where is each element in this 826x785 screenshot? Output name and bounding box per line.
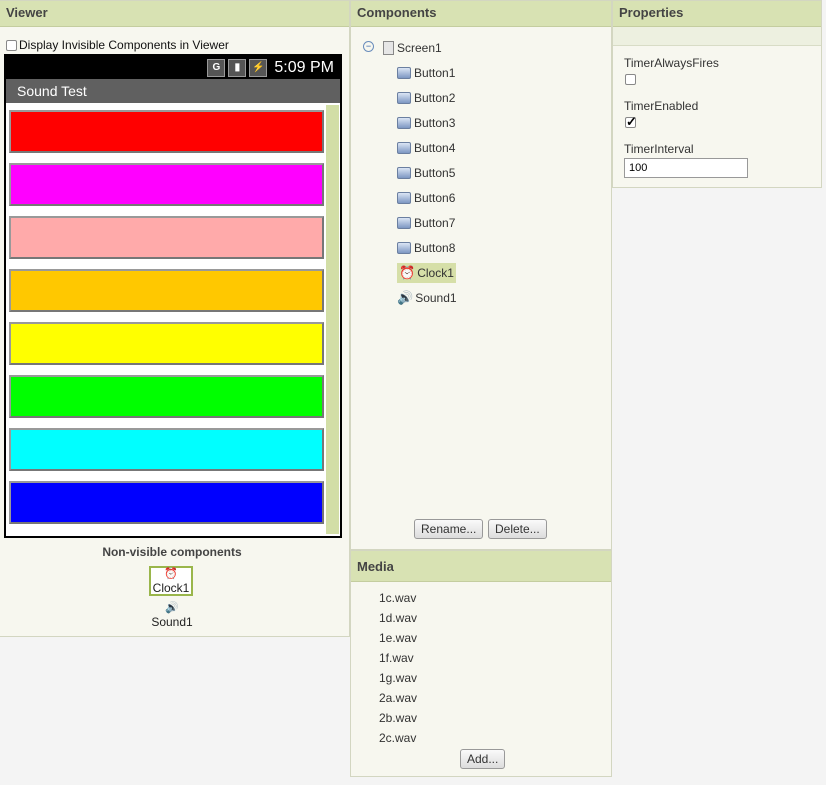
- nonvisible-clock-label: Clock1: [152, 581, 190, 595]
- screen-icon: [383, 41, 394, 55]
- properties-header: Properties: [613, 1, 821, 27]
- tree-item-label: Button7: [414, 216, 456, 230]
- timer-always-fires-label: TimerAlwaysFires: [624, 56, 719, 70]
- tree-item-label: Sound1: [415, 291, 457, 305]
- phone-button-8[interactable]: [9, 481, 324, 524]
- components-header: Components: [351, 1, 611, 27]
- tree-item-label: Button6: [414, 191, 456, 205]
- display-invisible-toggle[interactable]: Display Invisible Components in Viewer: [6, 38, 229, 52]
- network-g-icon: G: [207, 58, 226, 77]
- button-component-icon: [397, 192, 411, 204]
- phone-button-4[interactable]: [9, 269, 324, 312]
- tree-item-clock1[interactable]: ⏰ Clock1: [397, 263, 456, 283]
- add-media-button[interactable]: Add...: [460, 749, 506, 769]
- button-component-icon: [397, 117, 411, 129]
- tree-item-button4[interactable]: Button4: [397, 138, 455, 158]
- button-component-icon: [397, 217, 411, 229]
- tree-item-sound1[interactable]: 🔊 Sound1: [397, 288, 457, 308]
- collapse-icon[interactable]: −: [363, 41, 374, 52]
- tree-item-label: Screen1: [397, 41, 442, 55]
- tree-item-label: Button1: [414, 66, 456, 80]
- button-component-icon: [397, 142, 411, 154]
- media-file-item[interactable]: 1d.wav: [379, 611, 417, 625]
- components-panel: Components − Screen1 Button1 Button2 Butto…: [350, 0, 612, 550]
- app-title-bar: Sound Test: [6, 79, 340, 103]
- tree-item-label: Button3: [414, 116, 456, 130]
- media-header: Media: [351, 551, 611, 582]
- clock-icon: ⏰: [399, 265, 416, 280]
- button-component-icon: [397, 92, 411, 104]
- speaker-icon: 🔊: [397, 290, 414, 305]
- clock-icon: ⏰: [164, 568, 178, 580]
- nonvisible-sound[interactable]: 🔊 Sound1: [146, 601, 198, 629]
- media-file-item[interactable]: 1e.wav: [379, 631, 417, 645]
- viewer-header: Viewer: [0, 1, 349, 27]
- timer-enabled-checkbox[interactable]: [625, 114, 637, 130]
- button-component-icon: [397, 67, 411, 79]
- media-file-item[interactable]: 1c.wav: [379, 591, 416, 605]
- phone-scrollbar[interactable]: [326, 105, 339, 534]
- delete-button[interactable]: Delete...: [488, 519, 547, 539]
- timer-enabled-label: TimerEnabled: [624, 99, 699, 113]
- tree-item-button8[interactable]: Button8: [397, 238, 455, 258]
- media-file-item[interactable]: 1g.wav: [379, 671, 417, 685]
- media-file-item[interactable]: 1f.wav: [379, 651, 414, 665]
- tree-item-label: Button2: [414, 91, 456, 105]
- media-file-item[interactable]: 2a.wav: [379, 691, 417, 705]
- rename-button[interactable]: Rename...: [414, 519, 484, 539]
- phone-button-5[interactable]: [9, 322, 324, 365]
- media-file-item[interactable]: 2b.wav: [379, 711, 417, 725]
- phone-screen: [6, 103, 340, 536]
- phone-button-3[interactable]: [9, 216, 324, 259]
- media-file-item[interactable]: 2c.wav: [379, 731, 416, 745]
- phone-button-6[interactable]: [9, 375, 324, 418]
- tree-item-screen1[interactable]: Screen1: [383, 38, 442, 58]
- phone-button-2[interactable]: [9, 163, 324, 206]
- media-panel: Media 1c.wav 1d.wav 1e.wav 1f.wav 1g.wav 2a.w…: [350, 550, 612, 777]
- tree-item-button6[interactable]: Button6: [397, 188, 455, 208]
- button-component-icon: [397, 242, 411, 254]
- timer-interval-input[interactable]: [624, 158, 748, 178]
- signal-icon: ▮: [228, 58, 247, 77]
- nonvisible-title: Non-visible components: [102, 545, 242, 559]
- display-invisible-checkbox[interactable]: [6, 39, 17, 51]
- tree-item-button2[interactable]: Button2: [397, 88, 455, 108]
- nonvisible-sound-label: Sound1: [151, 615, 193, 629]
- viewer-panel: Viewer Display Invisible Components in V…: [0, 0, 350, 637]
- tree-item-label: Clock1: [417, 266, 454, 280]
- tree-item-button5[interactable]: Button5: [397, 163, 455, 183]
- tree-item-label: Button8: [414, 241, 456, 255]
- phone-time: 5:09 PM: [274, 58, 334, 76]
- tree-item-label: Button5: [414, 166, 456, 180]
- phone-button-1[interactable]: [9, 110, 324, 153]
- tree-item-button3[interactable]: Button3: [397, 113, 455, 133]
- phone-button-7[interactable]: [9, 428, 324, 471]
- speaker-icon: 🔊: [165, 602, 179, 614]
- properties-panel: Properties TimerAlwaysFires TimerEnabled…: [612, 0, 822, 188]
- tree-item-button7[interactable]: Button7: [397, 213, 455, 233]
- timer-always-fires-checkbox[interactable]: [625, 74, 636, 85]
- button-component-icon: [397, 167, 411, 179]
- properties-subheader: [613, 27, 821, 46]
- phone-status-bar: G ▮ ⚡ 5:09 PM: [6, 56, 340, 79]
- timer-interval-label: TimerInterval: [624, 142, 694, 156]
- display-invisible-label: Display Invisible Components in Viewer: [19, 38, 229, 52]
- phone-preview: G ▮ ⚡ 5:09 PM Sound Test: [4, 54, 342, 538]
- tree-item-label: Button4: [414, 141, 456, 155]
- battery-icon: ⚡: [249, 58, 268, 77]
- nonvisible-clock[interactable]: ⏰ Clock1: [149, 566, 193, 596]
- tree-item-button1[interactable]: Button1: [397, 63, 455, 83]
